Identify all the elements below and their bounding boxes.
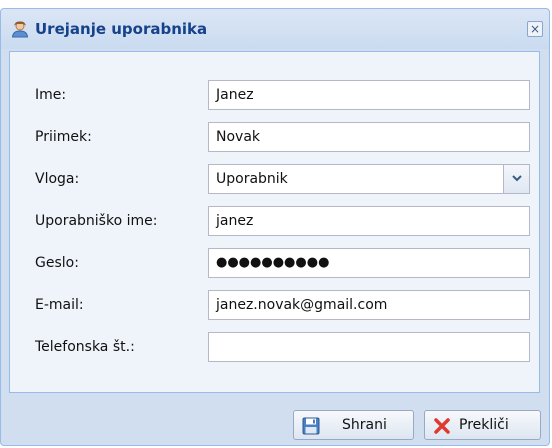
email-input[interactable]: janez.novak@gmail.com — [208, 290, 530, 320]
role-label: Vloga: — [35, 171, 80, 187]
phone-input[interactable] — [208, 332, 530, 362]
floppy-disk-icon — [302, 417, 320, 435]
last-name-input[interactable]: Novak — [208, 122, 530, 152]
form-row-role: Vloga: Uporabnik — [10, 164, 541, 194]
email-label: E-mail: — [35, 297, 84, 313]
form-panel: Ime: Janez Priimek: Novak Vloga: Uporabn… — [9, 51, 540, 393]
password-label: Geslo: — [35, 255, 79, 271]
last-name-label: Priimek: — [35, 129, 92, 145]
close-icon: × — [529, 22, 541, 36]
password-input[interactable]: ●●●●●●●●●● — [208, 248, 530, 278]
form-row-password: Geslo: ●●●●●●●●●● — [10, 248, 541, 278]
save-button[interactable]: Shrani — [293, 410, 414, 440]
role-dropdown-trigger[interactable] — [503, 165, 529, 193]
first-name-input[interactable]: Janez — [208, 80, 530, 110]
role-select[interactable]: Uporabnik — [208, 164, 530, 194]
form-row-first-name: Ime: Janez — [10, 80, 541, 110]
first-name-label: Ime: — [35, 87, 67, 103]
dialog-title: Urejanje uporabnika — [35, 20, 208, 38]
edit-user-dialog: Urejanje uporabnika × Ime: Janez Priimek… — [0, 8, 550, 446]
username-input[interactable]: janez — [208, 206, 530, 236]
form-row-email: E-mail: janez.novak@gmail.com — [10, 290, 541, 320]
form-row-username: Uporabniško ime: janez — [10, 206, 541, 236]
form-row-phone: Telefonska št.: — [10, 332, 541, 362]
chevron-down-icon — [512, 175, 522, 182]
username-label: Uporabniško ime: — [35, 213, 158, 229]
user-icon — [11, 21, 29, 38]
form-row-last-name: Priimek: Novak — [10, 122, 541, 152]
phone-label: Telefonska št.: — [35, 339, 135, 355]
red-x-icon — [434, 418, 450, 434]
close-button[interactable]: × — [527, 21, 543, 37]
dialog-titlebar[interactable]: Urejanje uporabnika × — [1, 9, 549, 49]
save-button-label: Shrani — [342, 417, 387, 433]
cancel-button-label: Prekliči — [459, 417, 509, 433]
cancel-button[interactable]: Prekliči — [424, 410, 541, 440]
role-selected-value: Uporabnik — [216, 171, 288, 187]
